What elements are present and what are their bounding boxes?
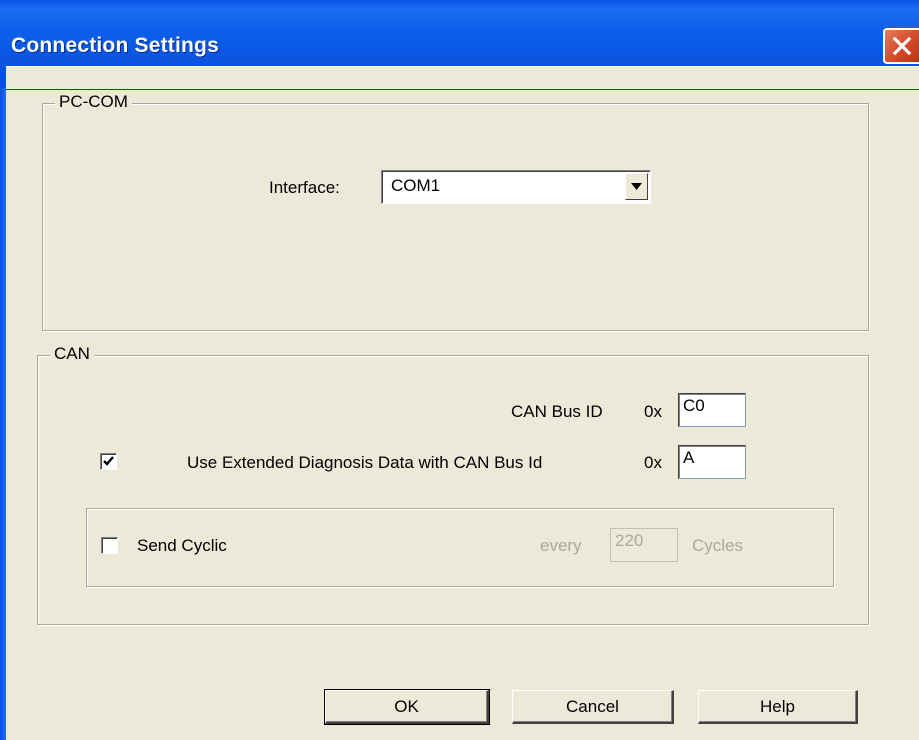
send-cyclic-label: Send Cyclic <box>137 536 227 555</box>
extended-diagnosis-id-input[interactable]: A <box>678 445 746 479</box>
send-cyclic-checkbox[interactable] <box>101 537 118 554</box>
interface-dropdown-button[interactable] <box>625 173 648 200</box>
can-bus-id-label: CAN Bus ID <box>511 402 603 421</box>
extended-diagnosis-prefix: 0x <box>644 453 662 472</box>
pc-com-legend: PC-COM <box>55 92 132 112</box>
chevron-down-icon <box>631 183 642 190</box>
send-cyclic-group: Send Cyclic every 220 Cycles <box>86 508 834 587</box>
cycle-count-input[interactable]: 220 <box>610 528 678 562</box>
interface-select-value: COM1 <box>391 176 441 195</box>
window-border <box>0 88 6 740</box>
close-button[interactable] <box>883 28 919 64</box>
cancel-button[interactable]: Cancel <box>512 690 674 724</box>
dialog-body-top <box>6 66 919 89</box>
check-icon <box>103 456 114 466</box>
interface-select[interactable]: COM1 <box>381 170 651 204</box>
title-bar[interactable]: Connection Settings <box>0 0 919 90</box>
extended-diagnosis-checkbox[interactable] <box>100 453 117 470</box>
interface-label: Interface: <box>269 178 340 197</box>
can-bus-id-input[interactable]: C0 <box>678 393 746 427</box>
can-bus-id-prefix: 0x <box>644 402 662 421</box>
extended-diagnosis-label: Use Extended Diagnosis Data with CAN Bus… <box>187 453 543 472</box>
help-button[interactable]: Help <box>698 690 858 724</box>
ok-button[interactable]: OK <box>324 689 490 725</box>
can-legend: CAN <box>50 344 94 364</box>
window-title: Connection Settings <box>11 34 219 57</box>
cycles-label: Cycles <box>692 536 744 555</box>
every-label: every <box>540 536 582 555</box>
close-icon <box>892 36 912 56</box>
pc-com-group: PC-COM Interface: COM1 <box>42 92 869 331</box>
can-group: CAN CAN Bus ID 0x C0 Use Extended Diagno… <box>37 344 869 625</box>
